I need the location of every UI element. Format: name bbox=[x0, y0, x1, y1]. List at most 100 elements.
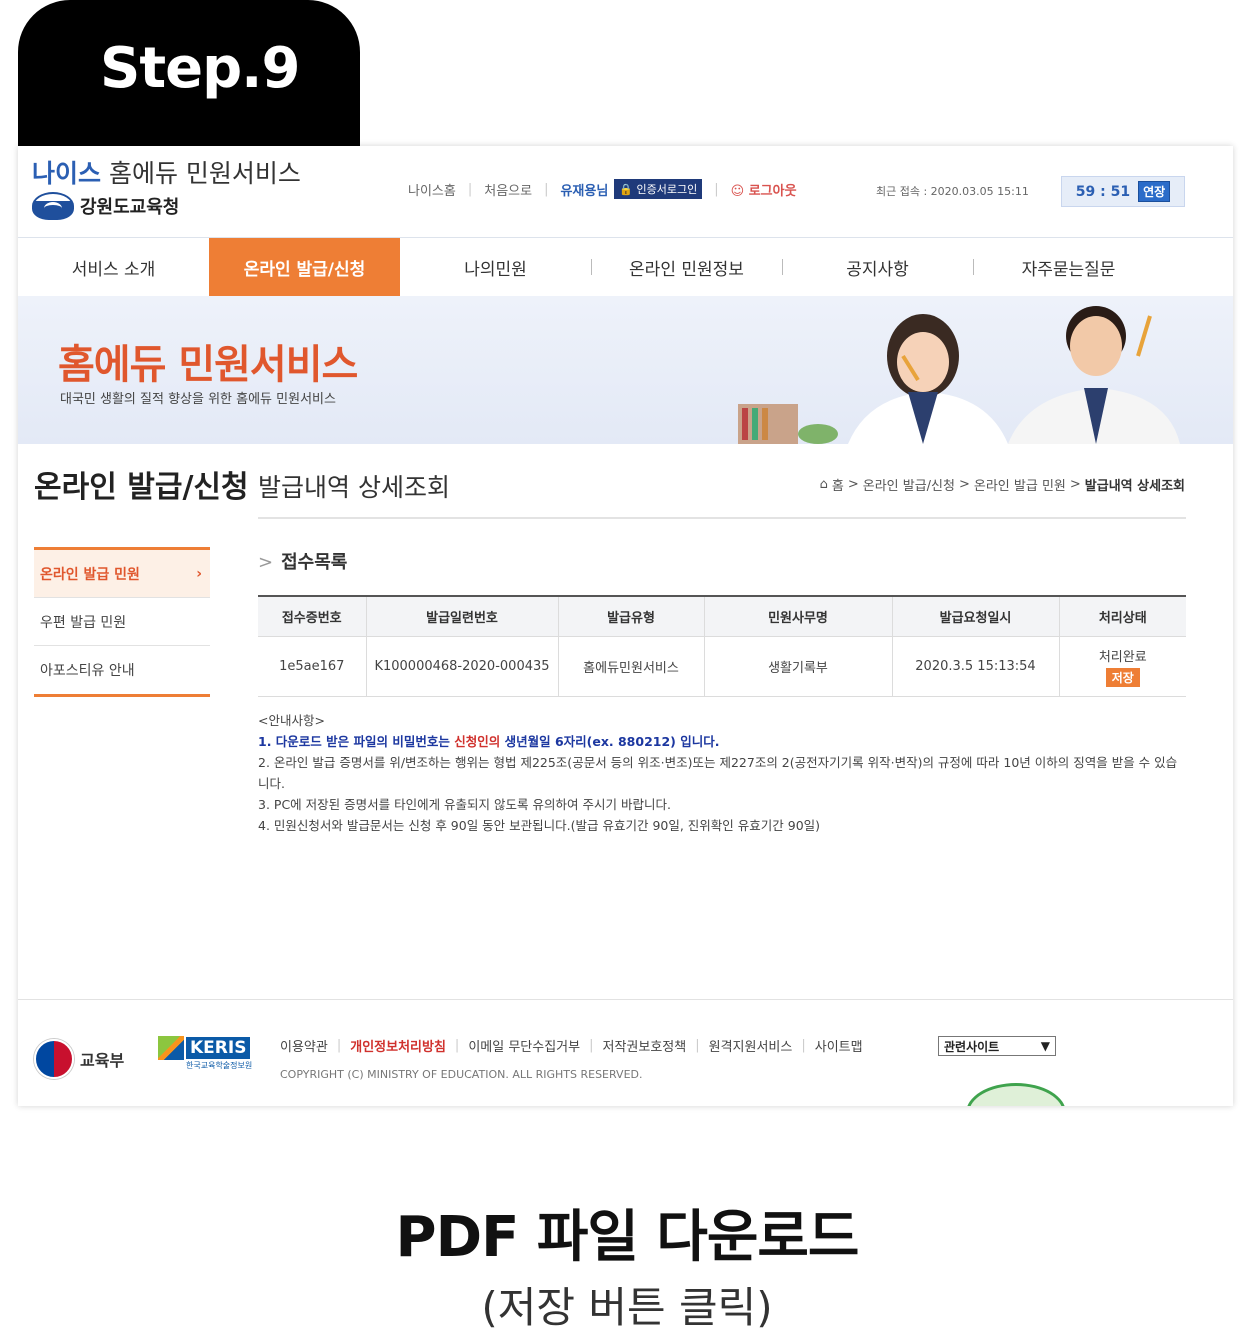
cert-login-label: 인증서로그인 bbox=[636, 183, 698, 196]
page-title: 발급내역 상세조회 bbox=[258, 473, 450, 502]
section-title-text: 접수목록 bbox=[281, 552, 348, 573]
home-icon[interactable]: ⌂ bbox=[820, 477, 828, 492]
nav-my-requests[interactable]: 나의민원 bbox=[400, 238, 591, 296]
cell-serial-no: K100000468-2020-000435 bbox=[365, 635, 559, 697]
office-name: 강원도교육청 bbox=[80, 197, 180, 218]
neis-brand: 나이스 bbox=[32, 159, 102, 188]
neis-logo[interactable]: 나이스 홈에듀 민원서비스 bbox=[32, 154, 301, 190]
taegeuk-icon bbox=[34, 1039, 74, 1079]
notice-line-3: 3. PC에 저장된 증명서를 타인에게 유출되지 않도록 유의하여 주시기 바… bbox=[258, 797, 671, 812]
last-access: 최근 접속 : 2020.03.05 15:11 bbox=[876, 185, 1029, 198]
lnb-item-postal-issue[interactable]: 우편 발급 민원 bbox=[34, 598, 210, 646]
nav-label: 공지사항 bbox=[846, 259, 909, 280]
nav-notices[interactable]: 공지사항 bbox=[782, 238, 973, 296]
footer-link-email[interactable]: 이메일 무단수집거부 bbox=[468, 1036, 580, 1055]
breadcrumb-home[interactable]: 홈 bbox=[832, 475, 844, 494]
extend-button[interactable]: 연장 bbox=[1138, 181, 1171, 202]
footer-link-copyright[interactable]: 저작권보호정책 bbox=[602, 1036, 686, 1055]
footer-link-sitemap[interactable]: 사이트맵 bbox=[815, 1036, 863, 1055]
col-type: 발급유형 bbox=[557, 596, 705, 637]
related-sites-select[interactable]: 관련사이트 ▼ bbox=[938, 1036, 1056, 1056]
util-divider: | bbox=[544, 181, 549, 197]
cell-status: 처리완료 저장 bbox=[1058, 635, 1186, 697]
footer-divider-bar: | bbox=[336, 1038, 342, 1053]
table-row: 1e5ae167 K100000468-2020-000435 홈에듀민원서비스… bbox=[258, 635, 1186, 697]
chevron-right-icon: > bbox=[258, 552, 274, 573]
col-serial-no: 발급일련번호 bbox=[365, 596, 559, 637]
footer-divider-bar: | bbox=[695, 1038, 700, 1053]
caption-subtitle: (저장 버튼 클릭) bbox=[481, 1283, 773, 1332]
footer-divider-bar: | bbox=[801, 1038, 806, 1053]
breadcrumb-item[interactable]: 온라인 발급/신청 bbox=[863, 475, 955, 494]
cell-type: 홈에듀민원서비스 bbox=[557, 635, 705, 697]
save-button[interactable]: 저장 bbox=[1105, 667, 1140, 687]
dropdown-arrow-icon: ▼ bbox=[1040, 1039, 1050, 1053]
section-title: > 접수목록 bbox=[258, 548, 347, 574]
caption-title: PDF 파일 다운로드 bbox=[395, 1205, 860, 1270]
keris-subtitle: 한국교육학술정보원 bbox=[186, 1061, 253, 1070]
cell-service-name: 생활기록부 bbox=[703, 635, 893, 697]
breadcrumb: ⌂ 홈 > 온라인 발급/신청 > 온라인 발급 민원 > 발급내역 상세조회 bbox=[820, 475, 1185, 494]
util-divider: | bbox=[714, 181, 719, 197]
footer-links: 이용약관 | 개인정보처리방침 | 이메일 무단수집거부 | 저작권보호정책 |… bbox=[280, 1036, 863, 1055]
lnb-item-label: 아포스티유 안내 bbox=[40, 663, 135, 679]
col-service-name: 민원사무명 bbox=[703, 596, 893, 637]
related-sites-label: 관련사이트 bbox=[944, 1039, 1000, 1054]
cert-login-badge[interactable]: 🔒 인증서로그인 bbox=[614, 179, 703, 199]
footer-link-terms[interactable]: 이용약관 bbox=[280, 1036, 328, 1055]
keris-name: KERIS bbox=[186, 1037, 251, 1059]
moe-name: 교육부 bbox=[80, 1051, 125, 1070]
lnb-item-online-issue[interactable]: 온라인 발급 민원 › bbox=[34, 550, 210, 598]
user-name: 유재용님 bbox=[560, 183, 609, 199]
keris-logo: KERIS 한국교육학술정보원 bbox=[158, 1036, 252, 1071]
notice-emphasis: 신청인의 bbox=[454, 734, 501, 749]
lnb-item-label: 온라인 발급 민원 bbox=[40, 566, 140, 583]
nav-service-intro[interactable]: 서비스 소개 bbox=[18, 238, 209, 296]
footer-divider-bar: | bbox=[589, 1038, 594, 1053]
col-requested-at: 발급요청일시 bbox=[891, 596, 1060, 637]
nav-faq[interactable]: 자주묻는질문 bbox=[973, 238, 1164, 296]
nav-divider bbox=[973, 259, 974, 275]
main-nav: 서비스 소개 온라인 발급/신청 나의민원 온라인 민원정보 공지사항 자주묻는… bbox=[18, 238, 1233, 296]
footer-link-privacy[interactable]: 개인정보처리방침 bbox=[350, 1036, 446, 1055]
nav-label: 온라인 민원정보 bbox=[629, 259, 744, 280]
side-nav: 온라인 발급 민원 › 우편 발급 민원 아포스티유 안내 bbox=[34, 547, 210, 697]
notice-box: <안내사항> 1. 다운로드 받은 파일의 비밀번호는 신청인의 생년월일 6자… bbox=[258, 710, 1188, 836]
nav-online-issue[interactable]: 온라인 발급/신청 bbox=[209, 238, 400, 296]
col-receipt-no: 접수증번호 bbox=[258, 596, 367, 637]
lnb-item-label: 우편 발급 민원 bbox=[40, 614, 127, 631]
students-illustration bbox=[738, 306, 1180, 444]
copyright: COPYRIGHT (C) MINISTRY OF EDUCATION. ALL… bbox=[280, 1068, 643, 1081]
nav-label: 자주묻는질문 bbox=[1021, 259, 1116, 280]
notice-text: 1. 다운로드 받은 파일의 비밀번호는 bbox=[258, 734, 455, 749]
office-emblem-icon bbox=[32, 192, 74, 220]
breadcrumb-current: 발급내역 상세조회 bbox=[1084, 479, 1185, 494]
banner-title: 홈에듀 민원서비스 bbox=[58, 342, 358, 388]
notice-heading: <안내사항> bbox=[258, 713, 325, 728]
util-link-home[interactable]: 나이스홈 bbox=[408, 180, 456, 199]
status-text: 처리완료 bbox=[1098, 649, 1147, 665]
nav-online-info[interactable]: 온라인 민원정보 bbox=[591, 238, 782, 296]
lnb-item-apostille[interactable]: 아포스티유 안내 bbox=[34, 646, 210, 694]
keris-mark: KERIS bbox=[158, 1036, 252, 1060]
timer-value: 59 : 51 bbox=[1075, 183, 1131, 200]
certification-seal-icon bbox=[966, 1083, 1066, 1106]
nav-label: 나의민원 bbox=[464, 259, 527, 280]
footer-divider-bar: | bbox=[454, 1038, 460, 1053]
footer-divider bbox=[18, 999, 1233, 1000]
breadcrumb-separator: > bbox=[958, 477, 970, 492]
banner-subtitle: 대국민 생활의 질적 향상을 위한 홈에듀 민원서비스 bbox=[60, 392, 336, 407]
notice-line-2: 2. 온라인 발급 증명서를 위/변조하는 행위는 형법 제225조(공문서 등… bbox=[258, 755, 1178, 791]
screenshot-frame: 나이스 홈에듀 민원서비스 강원도교육청 나이스홈 | 처음으로 | 유재용님 … bbox=[18, 146, 1233, 1106]
util-divider: | bbox=[467, 181, 473, 197]
logout-link[interactable]: ☺ 로그아웃 bbox=[731, 180, 797, 199]
table-header-row: 접수증번호 발급일련번호 발급유형 민원사무명 발급요청일시 처리상태 bbox=[258, 596, 1186, 637]
cell-requested-at: 2020.3.5 15:13:54 bbox=[891, 635, 1060, 697]
footer-link-remote[interactable]: 원격지원서비스 bbox=[709, 1036, 793, 1055]
notice-line-1: 1. 다운로드 받은 파일의 비밀번호는 신청인의 생년월일 6자리(ex. 8… bbox=[258, 731, 1188, 752]
util-link-first[interactable]: 처음으로 bbox=[484, 180, 532, 199]
chevron-right-icon: › bbox=[196, 565, 202, 582]
cell-receipt-no: 1e5ae167 bbox=[258, 635, 367, 697]
nav-label: 서비스 소개 bbox=[71, 259, 156, 280]
breadcrumb-item[interactable]: 온라인 발급 민원 bbox=[974, 475, 1066, 494]
